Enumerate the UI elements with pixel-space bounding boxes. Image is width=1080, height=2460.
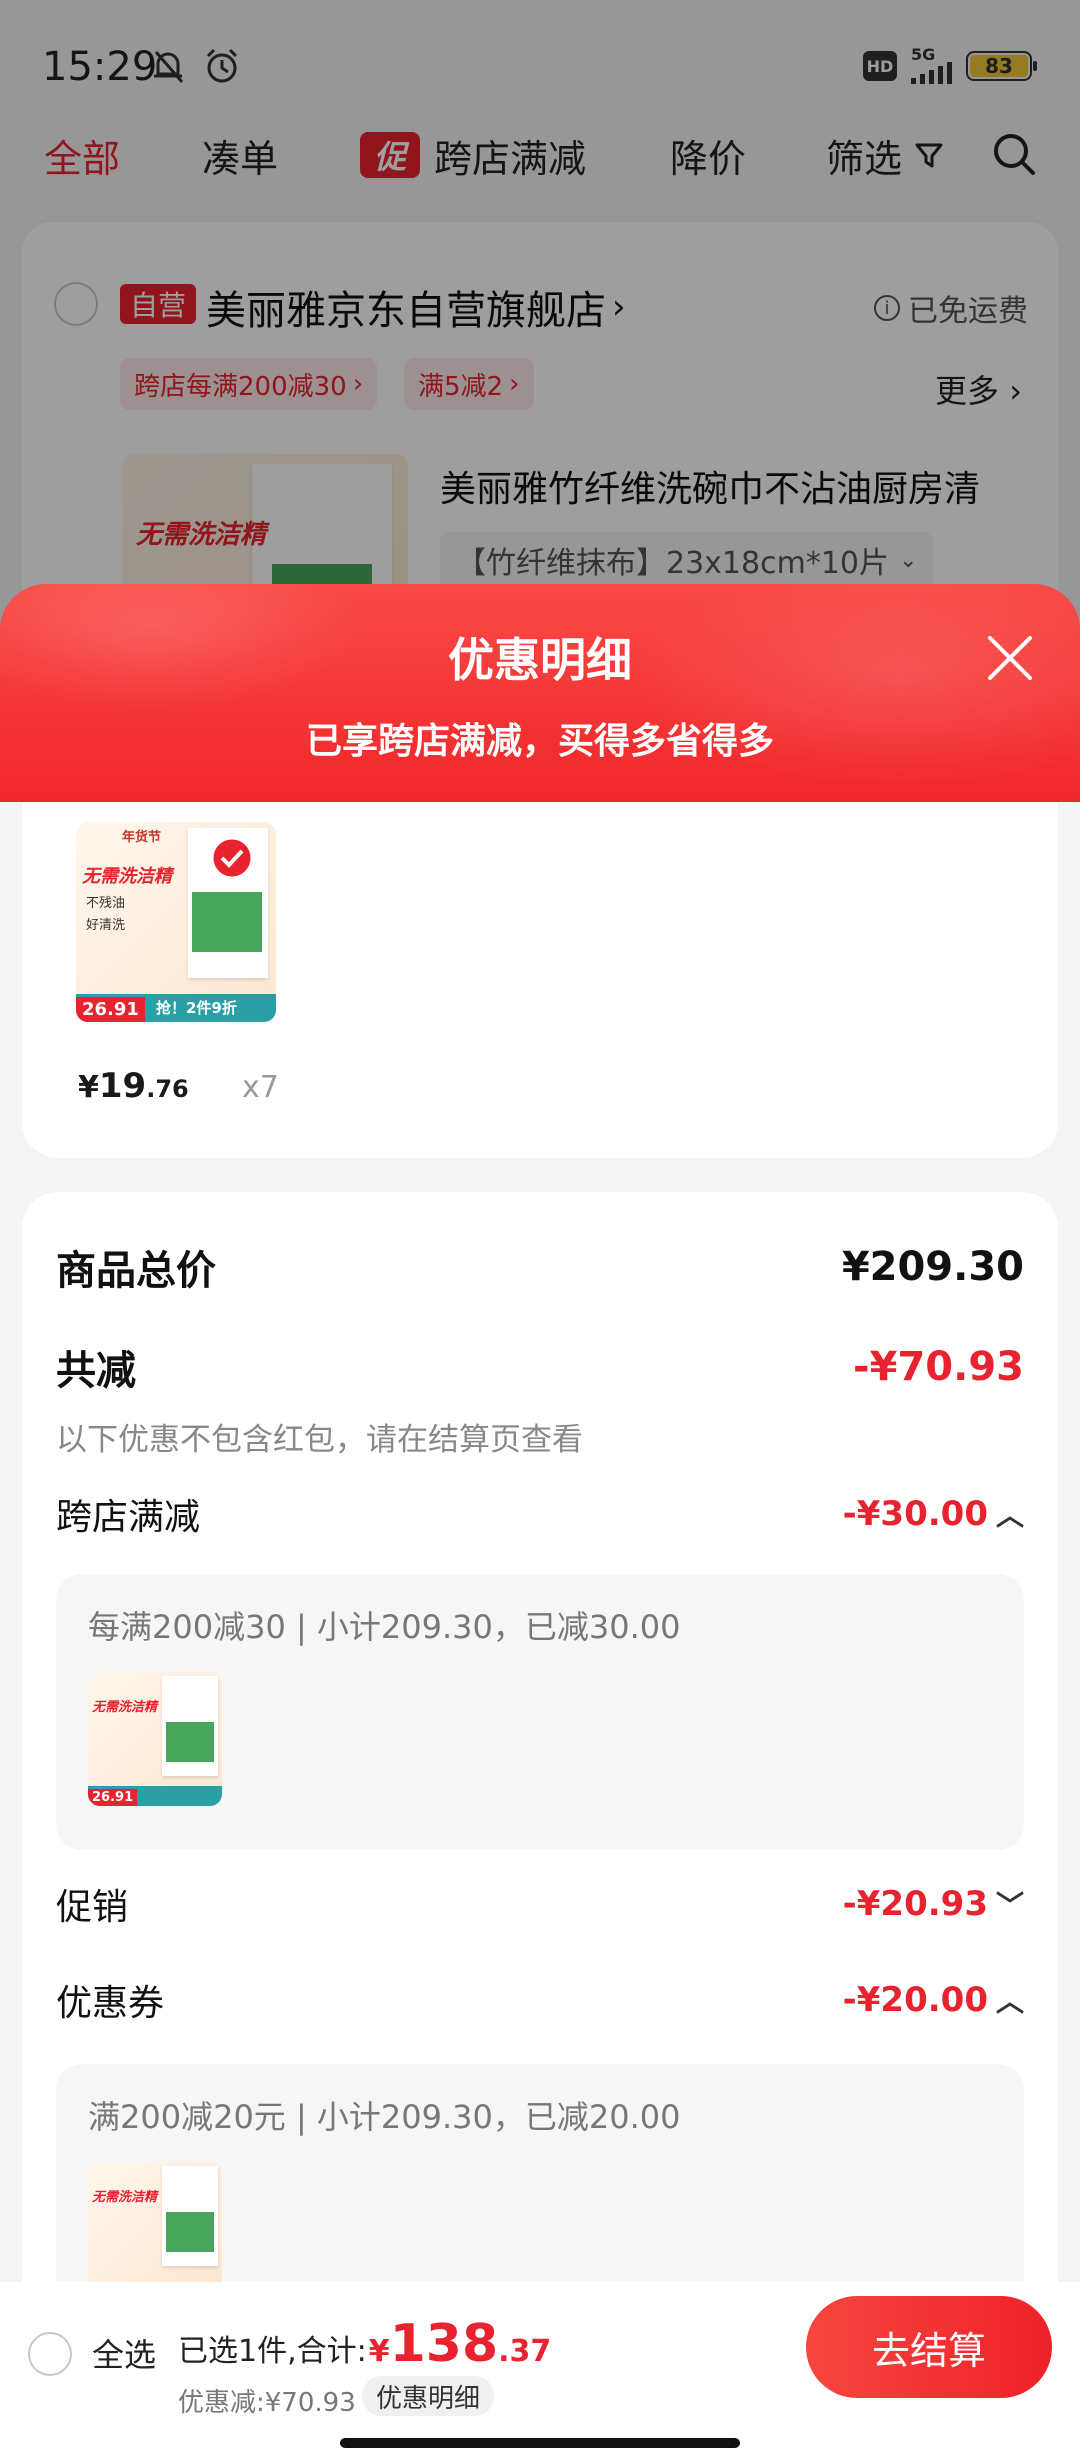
discount-detail-chip[interactable]: 优惠明细 [362, 2376, 495, 2416]
thumb-price: 26.91 [88, 1789, 138, 1806]
item-price-yen: ¥ [78, 1070, 99, 1105]
thumb-title: 无需洗洁精 [82, 866, 172, 887]
coupon-label: 优惠券 [56, 1983, 165, 2024]
selected-text: 已选1件,合计: [178, 2334, 367, 2369]
thumb-title: 无需洗洁精 [92, 2190, 158, 2205]
coupon-detail: 满200减20元 | 小计209.30，已减20.00 无需洗洁精 [56, 2064, 1024, 2282]
cross-store-label: 跨店满减 [56, 1497, 201, 1538]
select-all-label[interactable]: 全选 [92, 2330, 156, 2376]
promotion-label: 促销 [56, 1887, 129, 1928]
sheet-title: 优惠明细 [448, 633, 632, 687]
discount-sheet-header: 优惠明细 已享跨店满减，买得多省得多 [0, 584, 1080, 802]
thumb-corner: 年货节 [122, 830, 162, 845]
select-all-checkbox[interactable] [28, 2332, 72, 2376]
price-summary-card: 商品总价 ¥209.30 共减 -¥70.93 以下优惠不包含红包，请在结算页查… [22, 1192, 1058, 2282]
promotion-row[interactable]: 促销 -¥20.93 ﹀ [56, 1878, 1024, 1930]
close-icon[interactable] [980, 628, 1040, 688]
reduce-value: -¥70.93 [853, 1344, 1024, 1390]
thumb-price: 26.91 [76, 997, 145, 1022]
item-thumbnail: 无需洗洁精 不残油 好清洗 抢！2件9折 26.91 年货节 [76, 822, 276, 1022]
coupon-value: -¥20.00 [842, 1980, 988, 2020]
reduce-label: 共减 [56, 1348, 136, 1394]
detail-thumbnail: 无需洗洁精 26.91 [88, 1672, 222, 1806]
item-price-dec: .76 [146, 1075, 189, 1103]
coupon-detail-text: 满200减20元 | 小计209.30，已减20.00 [88, 2098, 681, 2136]
discount-sheet-body: 无需洗洁精 不残油 好清洗 抢！2件9折 26.91 年货节 ¥ 19 .76 … [0, 802, 1080, 2282]
cross-store-detail: 每满200减30 | 小计209.30，已减30.00 无需洗洁精 26.91 [56, 1574, 1024, 1850]
cross-store-row[interactable]: 跨店满减 -¥30.00 ︿ [56, 1488, 1024, 1540]
selected-items-card: 无需洗洁精 不残油 好清洗 抢！2件9折 26.91 年货节 ¥ 19 .76 … [22, 802, 1058, 1158]
discount-text: 优惠减:¥70.93 [178, 2388, 356, 2418]
cross-store-detail-text: 每满200减30 | 小计209.30，已减30.00 [88, 1608, 681, 1646]
item-price-int: 19 [98, 1066, 147, 1106]
total-value: ¥209.30 [841, 1244, 1024, 1290]
checkout-bar: 全选 已选1件,合计: ¥ 138 .37 优惠减:¥70.93 优惠明细 去结… [0, 2282, 1080, 2460]
item-price: ¥ 19 .76 [78, 1066, 189, 1106]
total-dec: .37 [498, 2334, 552, 2369]
total-int: 138 [389, 2314, 499, 2374]
chevron-up-icon: ︿ [995, 1499, 1024, 1532]
cross-store-value: -¥30.00 [842, 1494, 988, 1534]
promotion-value: -¥20.93 [842, 1884, 988, 1924]
check-circle-icon [210, 836, 254, 880]
checkout-button[interactable]: 去结算 [806, 2296, 1052, 2398]
red-packet-note: 以下优惠不包含红包，请在结算页查看 [56, 1422, 583, 1458]
coupon-row[interactable]: 优惠券 -¥20.00 ︿ [56, 1974, 1024, 2026]
chevron-down-icon: ﹀ [995, 1889, 1024, 1922]
chevron-up-icon: ︿ [995, 1985, 1024, 2018]
selected-total: 已选1件,合计: ¥ 138 .37 [178, 2314, 551, 2374]
item-quantity: x7 [242, 1070, 279, 1105]
thumb-line2: 好清洗 [86, 918, 126, 933]
thumb-promo: 抢！2件9折 [156, 999, 237, 1017]
home-indicator[interactable] [340, 2438, 740, 2448]
thumb-title: 无需洗洁精 [92, 1700, 158, 1715]
thumb-line1: 不残油 [86, 896, 126, 911]
total-yen: ¥ [368, 2334, 390, 2369]
detail-thumbnail: 无需洗洁精 [88, 2162, 222, 2282]
sheet-subtitle: 已享跨店满减，买得多省得多 [305, 721, 774, 762]
total-label: 商品总价 [56, 1248, 216, 1294]
